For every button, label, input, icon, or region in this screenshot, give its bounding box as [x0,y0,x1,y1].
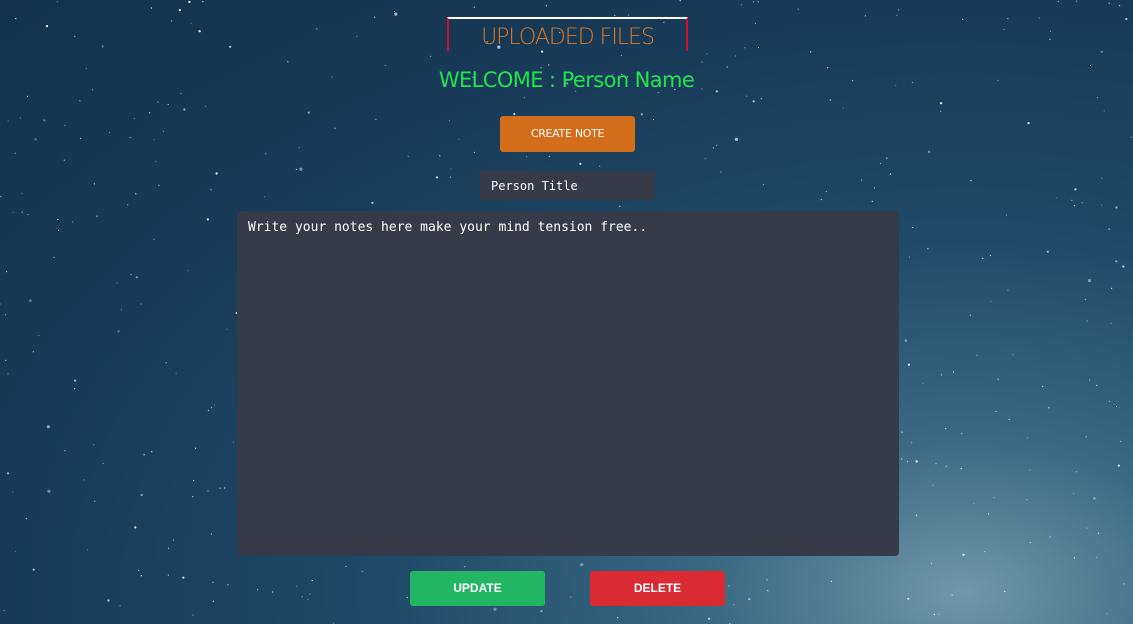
note-body-textarea[interactable]: Write your notes here make your mind ten… [237,211,899,556]
delete-button[interactable]: DELETE [590,571,725,606]
page-title: UPLOADED FILES [481,25,655,50]
update-button[interactable]: UPDATE [410,571,545,606]
welcome-message: WELCOME : Person Name [438,68,695,92]
create-note-button[interactable]: CREATE NOTE [500,116,635,152]
note-title-input[interactable] [480,171,655,200]
page-title-frame: UPLOADED FILES [447,17,688,51]
